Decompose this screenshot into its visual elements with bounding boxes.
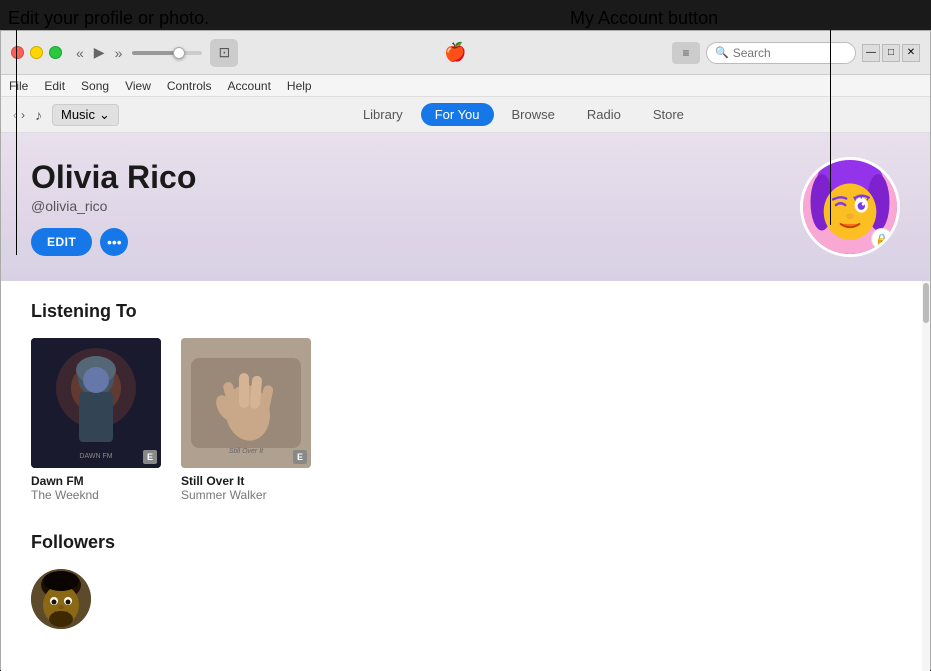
restore-action-button[interactable]: □ <box>882 44 900 62</box>
title-bar: « ▶ » ⊡ 🍎 ≡ 🔍 — □ ✕ <box>1 31 930 75</box>
lock-badge: 🔒 <box>871 228 893 250</box>
album-grid: DAWN FM E Dawn FM The Weeknd <box>31 338 892 502</box>
itunes-window: « ▶ » ⊡ 🍎 ≡ 🔍 — □ ✕ File <box>0 30 931 670</box>
search-input[interactable] <box>733 46 843 60</box>
rewind-button[interactable]: « <box>74 43 86 63</box>
nav-arrows: ‹ › <box>13 108 25 122</box>
content-inner: Listening To <box>1 281 922 649</box>
window-button-group: — □ ✕ <box>862 44 920 62</box>
menu-song[interactable]: Song <box>81 79 109 93</box>
profile-section: Olivia Rico @olivia_rico EDIT ••• <box>1 133 930 281</box>
callout-line-vertical <box>830 30 831 225</box>
fast-forward-button[interactable]: » <box>113 43 125 63</box>
music-note-icon: ♪ <box>35 107 42 123</box>
menu-edit[interactable]: Edit <box>44 79 65 93</box>
minimize-button[interactable] <box>30 46 43 59</box>
annotation-my-account: My Account button <box>570 8 718 29</box>
profile-actions: EDIT ••• <box>31 228 800 256</box>
tab-store[interactable]: Store <box>639 103 698 126</box>
content-area[interactable]: Listening To <box>1 281 930 671</box>
svg-text:DAWN FM: DAWN FM <box>79 453 112 460</box>
profile-info: Olivia Rico @olivia_rico EDIT ••• <box>31 159 800 256</box>
tab-for-you[interactable]: For You <box>421 103 494 126</box>
album-item-dawn-fm[interactable]: DAWN FM E Dawn FM The Weeknd <box>31 338 161 502</box>
menu-help[interactable]: Help <box>287 79 312 93</box>
music-selector[interactable]: Music ⌄ <box>52 104 119 126</box>
menu-view[interactable]: View <box>125 79 151 93</box>
followers-title: Followers <box>31 532 892 553</box>
menu-controls[interactable]: Controls <box>167 79 212 93</box>
close-button[interactable] <box>11 46 24 59</box>
profile-name: Olivia Rico <box>31 159 800 196</box>
music-selector-chevron: ⌄ <box>99 107 110 123</box>
album-explicit-still-over-it: E <box>293 450 307 464</box>
maximize-button[interactable] <box>49 46 62 59</box>
album-cover-still-over-it: Still Over It E <box>181 338 311 468</box>
tab-library[interactable]: Library <box>349 103 417 126</box>
album-item-still-over-it[interactable]: Still Over It E Still Over It Summer Wal… <box>181 338 311 502</box>
search-box: 🔍 <box>706 42 856 64</box>
list-view-icon: ≡ <box>682 46 689 60</box>
minimize-action-button[interactable]: — <box>862 44 880 62</box>
title-bar-right: ≡ 🔍 — □ ✕ <box>672 42 920 64</box>
svg-text:Still Over It: Still Over It <box>229 448 264 455</box>
profile-avatar[interactable]: 🔒 <box>800 157 900 257</box>
more-button[interactable]: ••• <box>100 228 128 256</box>
album-title-still-over-it: Still Over It <box>181 474 311 488</box>
menu-account[interactable]: Account <box>228 79 271 93</box>
music-selector-label: Music <box>61 107 95 122</box>
album-artist-dawn-fm: The Weeknd <box>31 488 161 502</box>
play-button[interactable]: ▶ <box>92 42 107 63</box>
edit-button[interactable]: EDIT <box>31 228 92 256</box>
nav-tabs: Library For You Browse Radio Store <box>129 103 918 126</box>
follower-avatar[interactable] <box>31 569 91 629</box>
nav-bar: ‹ › ♪ Music ⌄ Library For You Browse Rad… <box>1 97 930 133</box>
annotation-line-edit <box>16 30 17 255</box>
album-artist-still-over-it: Summer Walker <box>181 488 311 502</box>
volume-thumb <box>173 47 185 59</box>
album-cover-dawn-fm: DAWN FM E <box>31 338 161 468</box>
followers-section: Followers <box>31 532 892 629</box>
tab-radio[interactable]: Radio <box>573 103 635 126</box>
airplay-button[interactable]: ⊡ <box>210 39 238 67</box>
tab-browse[interactable]: Browse <box>498 103 569 126</box>
scrollbar-thumb[interactable] <box>923 283 929 323</box>
album-title-dawn-fm: Dawn FM <box>31 474 161 488</box>
menu-bar: File Edit Song View Controls Account Hel… <box>1 75 930 97</box>
listening-to-title: Listening To <box>31 301 892 322</box>
airplay-icon: ⊡ <box>219 44 231 61</box>
transport-controls: « ▶ » <box>74 42 124 63</box>
list-view-button[interactable]: ≡ <box>672 42 700 64</box>
close-action-button[interactable]: ✕ <box>902 44 920 62</box>
window-controls <box>11 46 62 59</box>
scrollbar-track[interactable] <box>922 281 930 671</box>
search-icon: 🔍 <box>715 46 729 59</box>
apple-logo: 🍎 <box>246 42 664 63</box>
profile-handle: @olivia_rico <box>31 198 800 214</box>
forward-button[interactable]: › <box>21 108 25 122</box>
menu-file[interactable]: File <box>9 79 28 93</box>
annotation-edit-profile: Edit your profile or photo. <box>8 8 209 29</box>
volume-slider[interactable] <box>132 51 202 55</box>
album-explicit-dawn-fm: E <box>143 450 157 464</box>
